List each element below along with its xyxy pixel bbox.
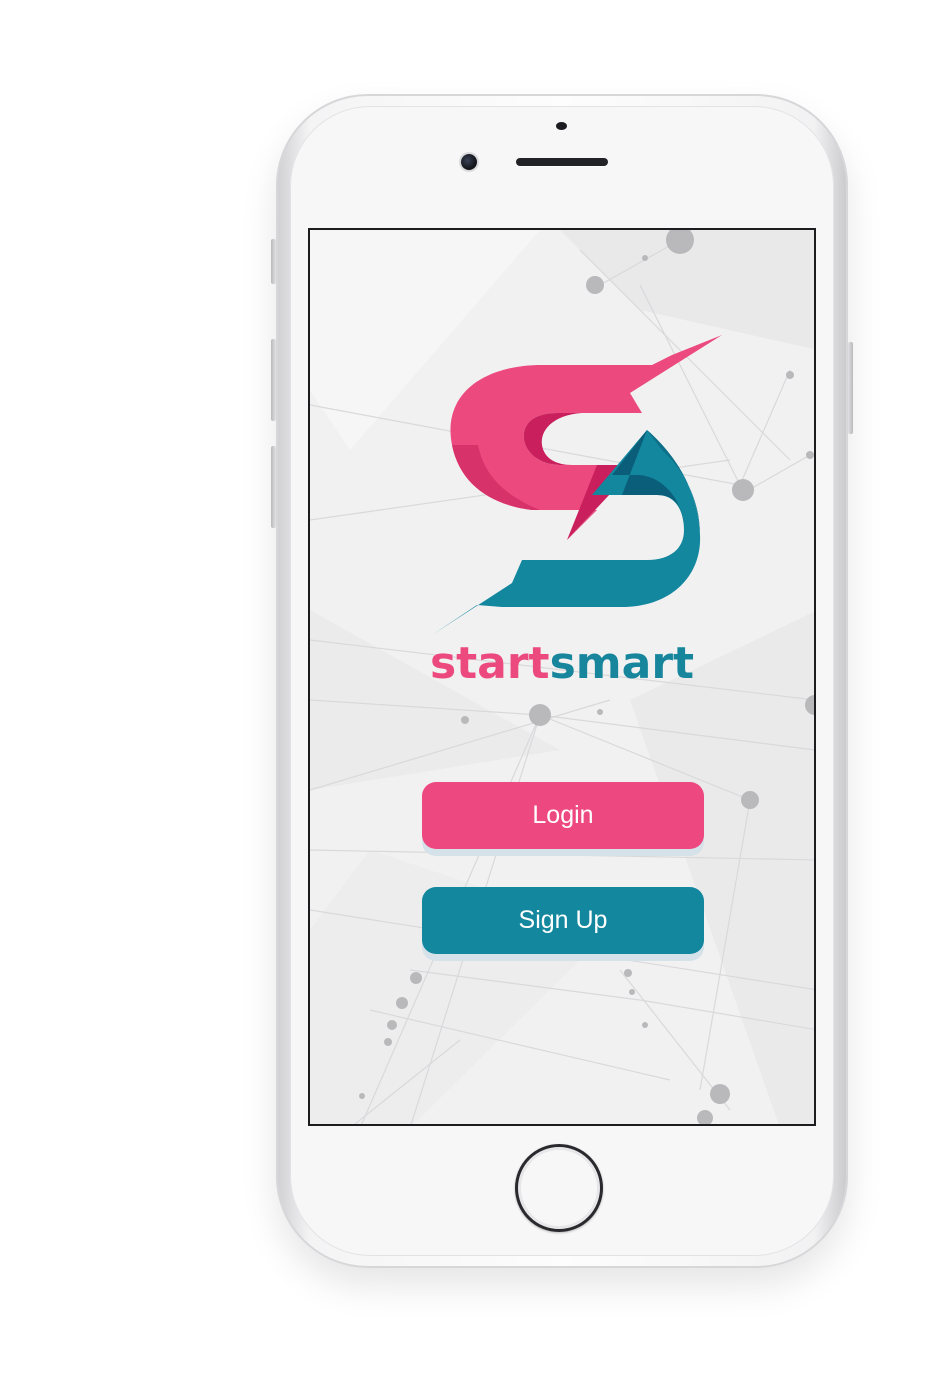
s-lightning-logo-icon [432,335,722,635]
brand-name: startsmart [310,638,814,690]
home-button[interactable] [515,1144,603,1232]
brand-name-smart: smart [549,638,695,689]
signup-button-label: Sign Up [518,906,608,934]
signup-button[interactable]: Sign Up [422,887,704,954]
volume-down-button [271,446,276,528]
volume-up-button [271,339,276,421]
login-button-label: Login [532,801,594,829]
mute-switch [271,239,276,284]
earpiece-speaker [516,158,608,166]
front-camera [461,154,477,170]
proximity-sensor [556,122,567,130]
power-button [848,342,853,434]
login-button[interactable]: Login [422,782,704,849]
app-screen: startsmart Login Sign Up [308,228,816,1126]
phone-device: startsmart Login Sign Up [271,94,853,1268]
brand-name-start: start [429,638,550,689]
